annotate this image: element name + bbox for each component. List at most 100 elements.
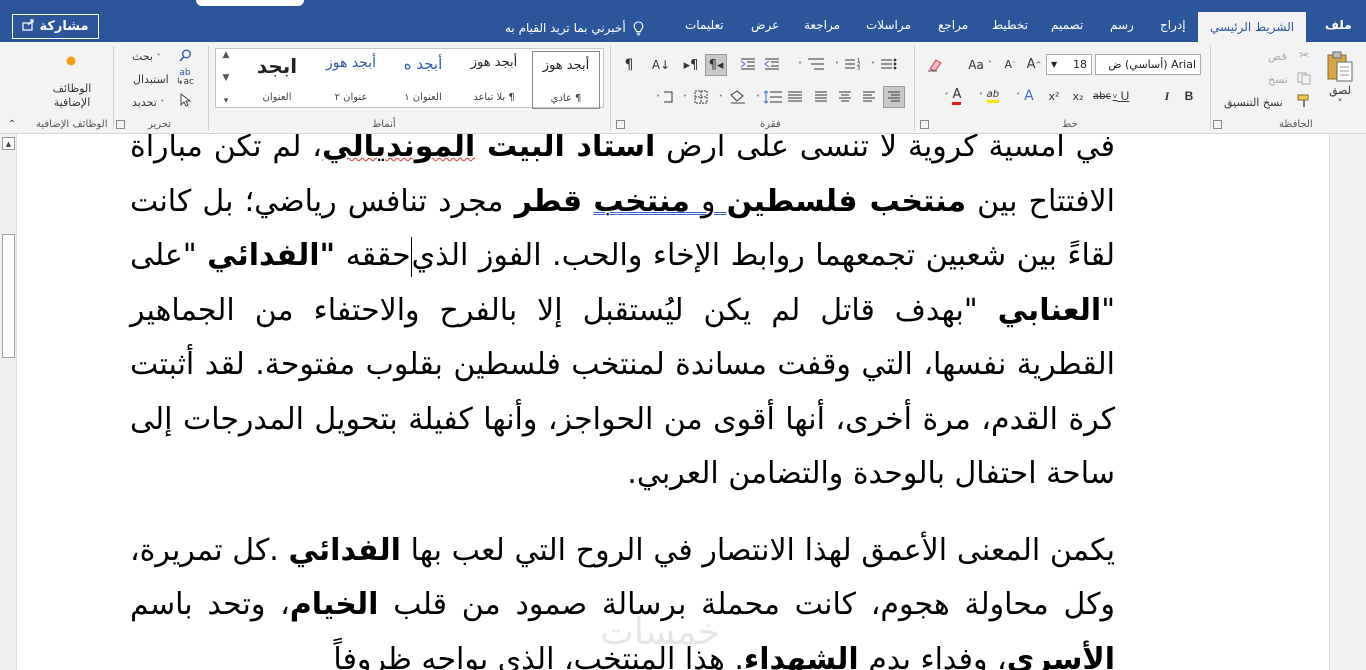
paste-icon[interactable] xyxy=(1325,50,1355,84)
highlight-color-icon[interactable]: ˅ ab xyxy=(973,86,1005,106)
tab-references[interactable]: مراجع xyxy=(938,18,968,32)
clipboard-launcher-icon[interactable] xyxy=(1213,120,1222,129)
paragraph-1[interactable]: في أمسية كروية لا تنسى على أرض استاد الب… xyxy=(130,134,1115,502)
paste-button[interactable]: لصق ˅ xyxy=(1325,84,1355,110)
grow-font-icon[interactable]: A ^ xyxy=(1025,54,1043,75)
collapse-ribbon-icon[interactable]: ⌃ xyxy=(6,118,18,130)
show-marks-icon[interactable]: ¶ xyxy=(619,54,639,76)
cut-button[interactable]: قص xyxy=(1268,50,1287,63)
style-heading-2[interactable]: أبجد هوز عنوان ٢ xyxy=(316,49,386,107)
find-button[interactable]: ˅ بحث xyxy=(132,50,160,63)
group-divider xyxy=(914,46,915,130)
font-name-box[interactable]: Arial (أساسي) ض xyxy=(1095,54,1201,75)
chevron-up-icon[interactable]: ▲ xyxy=(223,50,230,60)
gallery-scroll[interactable]: ▲ ▼ ▾ xyxy=(217,50,235,106)
scrollbar-thumb[interactable] xyxy=(2,234,15,358)
tab-view[interactable]: عرض xyxy=(751,18,779,32)
team-word: منتخب xyxy=(593,183,690,219)
strikethrough-button[interactable]: abc xyxy=(1091,86,1113,106)
styles-group-label: أنماط xyxy=(372,119,396,130)
scroll-up-icon[interactable]: ▲ xyxy=(2,137,15,150)
paragraph-launcher-icon[interactable] xyxy=(616,120,625,129)
tab-home[interactable]: الشريط الرئيسي xyxy=(1198,12,1306,42)
right-margin-pane xyxy=(1329,134,1366,670)
text-run: و xyxy=(689,183,727,219)
style-no-spacing[interactable]: أبجد هوز ¶ بلا تباعد xyxy=(460,49,528,107)
sort-icon[interactable]: A↓ xyxy=(650,54,672,76)
increase-indent-icon[interactable] xyxy=(738,54,758,74)
addins-icon[interactable] xyxy=(64,54,78,68)
multilevel-list-icon[interactable]: ˅ xyxy=(797,54,829,74)
addins-group-label: الوظائف الإضافية xyxy=(36,119,108,130)
tab-layout[interactable]: تخطيط xyxy=(992,18,1028,32)
clipboard-group-label: الحافظة xyxy=(1279,119,1313,130)
select-button[interactable]: ˅ تحديد xyxy=(132,96,164,109)
copy-icon[interactable] xyxy=(1296,71,1312,85)
rtl-direction-button[interactable]: ¶◂ xyxy=(705,54,727,76)
more-styles-icon[interactable]: ▾ xyxy=(224,96,229,106)
replace-icon[interactable]: ab ↳ac xyxy=(176,69,194,87)
replace-button[interactable]: استبدال xyxy=(133,73,169,86)
style-heading-1[interactable]: أبجد ه العنوان ١ xyxy=(389,49,457,107)
search-icon[interactable] xyxy=(178,48,192,62)
paste-label: لصق xyxy=(1328,84,1352,97)
format-painter-icon[interactable] xyxy=(1296,93,1312,109)
font-size-box[interactable]: ▼ 18 xyxy=(1046,54,1092,75)
document-page[interactable]: في أمسية كروية لا تنسى على أرض استاد الب… xyxy=(130,134,1115,670)
styles-launcher-icon[interactable] xyxy=(116,120,125,129)
shrink-font-icon[interactable]: Aˇ xyxy=(1001,54,1019,75)
bold-word: الأسرى xyxy=(1006,641,1115,670)
tab-insert[interactable]: إدراج xyxy=(1160,18,1186,32)
italic-button[interactable]: I xyxy=(1159,86,1175,106)
change-case-icon[interactable]: Aa ˅ xyxy=(965,54,995,75)
ltr-direction-button[interactable]: ▸¶ xyxy=(681,54,701,76)
borders-icon[interactable]: ˅ xyxy=(682,86,712,108)
tab-file[interactable]: ملف xyxy=(1325,18,1352,32)
scissors-icon[interactable]: ✂ xyxy=(1296,48,1312,62)
group-divider xyxy=(1210,46,1211,130)
tab-draw[interactable]: رسم xyxy=(1110,18,1134,32)
justify-icon[interactable] xyxy=(811,86,831,108)
tab-mailings[interactable]: مراسلات xyxy=(866,18,911,32)
watermark: خمسات xyxy=(600,612,721,653)
align-right-icon[interactable] xyxy=(883,86,905,108)
tab-review[interactable]: مراجعة xyxy=(804,18,840,32)
team-qatar: قطر xyxy=(514,183,583,219)
style-title[interactable]: ابجد العنوان xyxy=(240,49,314,107)
svg-text:˅: ˅ xyxy=(798,61,802,70)
clear-formatting-icon[interactable] xyxy=(925,54,945,75)
grammar-flag[interactable]: و منتخب xyxy=(593,184,726,219)
distributed-icon[interactable] xyxy=(784,86,806,108)
spelling-error-word[interactable]: المونديالي xyxy=(322,134,475,164)
document-area: ▲ في أمسية كروية لا تنسى على أرض استاد ا… xyxy=(0,134,1366,670)
align-left-icon[interactable] xyxy=(859,86,879,108)
numbering-icon[interactable]: ˅ 1 2 3 xyxy=(834,54,866,74)
tab-help[interactable]: تعليمات xyxy=(685,18,724,32)
copy-button[interactable]: نسخ xyxy=(1268,73,1288,86)
share-label: مشاركة xyxy=(39,19,89,34)
superscript-button[interactable]: x² xyxy=(1044,86,1064,106)
bullets-icon[interactable]: ˅ xyxy=(870,54,902,74)
font-color-icon[interactable]: ˅ A xyxy=(937,86,969,106)
svg-text:˅: ˅ xyxy=(683,94,687,103)
shading-icon[interactable]: ˅ xyxy=(718,86,748,108)
subscript-button[interactable]: x₂ xyxy=(1068,86,1088,106)
bold-button[interactable]: B xyxy=(1181,86,1197,106)
share-button[interactable]: مشاركة xyxy=(12,14,99,39)
vertical-scrollbar[interactable]: ▲ xyxy=(0,134,17,670)
format-painter-button[interactable]: نسخ التنسيق xyxy=(1224,96,1283,109)
tell-me-search[interactable]: أخبرني بما تريد القيام به xyxy=(505,18,646,38)
line-spacing-icon[interactable]: ˅ xyxy=(755,86,785,108)
font-launcher-icon[interactable] xyxy=(920,120,929,129)
arabic-spacing-icon[interactable]: ˅ xyxy=(654,86,676,108)
tab-home-label: الشريط الرئيسي xyxy=(1209,20,1295,34)
chevron-down-icon[interactable]: ▼ xyxy=(223,73,230,83)
text-effects-icon[interactable]: ˅ A xyxy=(1010,86,1040,106)
style-normal[interactable]: أبجد هوز ¶ عادي xyxy=(532,51,600,109)
addins-button[interactable]: الوظائف الإضافية xyxy=(44,82,100,110)
align-center-icon[interactable] xyxy=(835,86,855,108)
decrease-indent-icon[interactable] xyxy=(762,54,782,74)
select-cursor-icon[interactable] xyxy=(178,92,192,108)
text-run: يكمن المعنى الأعمق لهذا الانتصار في الرو… xyxy=(400,532,1115,568)
tab-design[interactable]: تصميم xyxy=(1051,18,1083,32)
